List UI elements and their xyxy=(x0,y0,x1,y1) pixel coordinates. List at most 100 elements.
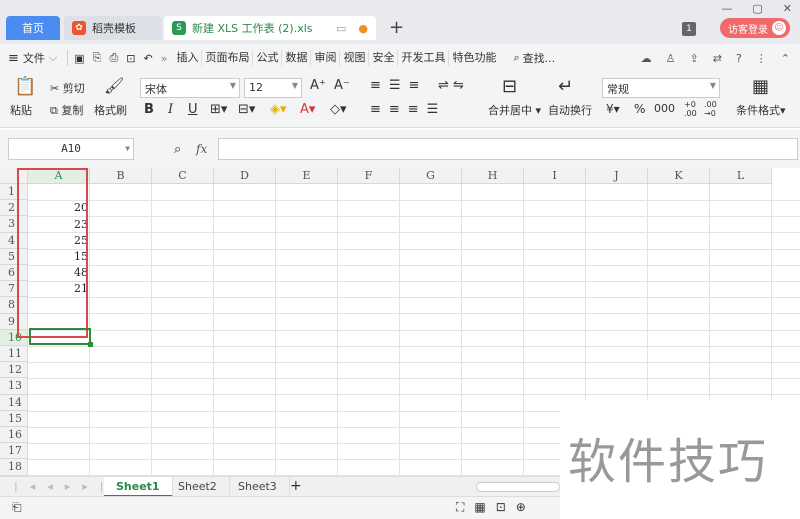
paste-button[interactable]: 粘贴 xyxy=(10,102,32,118)
format-painter-button[interactable]: 格式刷 xyxy=(94,102,127,118)
chevron-down-icon[interactable]: ⌵ xyxy=(49,51,57,65)
more-icon[interactable]: » xyxy=(161,52,168,65)
column-header-H[interactable]: H xyxy=(462,168,524,184)
tab-templates[interactable]: ✿ 稻壳模板 xyxy=(64,16,162,40)
underline-button[interactable]: U xyxy=(188,102,198,117)
merge-icon[interactable]: ⊟ xyxy=(502,76,517,97)
fill-color-icon[interactable]: ◈▾ xyxy=(270,102,287,117)
login-button[interactable]: 访客登录 ☺ xyxy=(720,18,790,38)
row-header-12[interactable]: 12 xyxy=(0,362,28,379)
tab-sheet1[interactable]: Sheet1 xyxy=(104,477,173,497)
tab-sheet3[interactable]: Sheet3 xyxy=(226,477,290,497)
decrease-decimal-icon[interactable]: .00 →0 xyxy=(704,100,717,118)
window-count-badge[interactable]: 1 xyxy=(682,22,696,36)
conditional-format-icon[interactable]: ▦ xyxy=(752,76,769,97)
view-mode-icons[interactable]: ⛶▦⊡⊕ xyxy=(456,500,536,515)
column-header-B[interactable]: B xyxy=(90,168,152,184)
currency-icon[interactable]: ¥▾ xyxy=(606,102,620,116)
horizontal-scrollbar[interactable] xyxy=(476,482,560,492)
comma-icon[interactable]: 000 xyxy=(654,102,675,115)
orientation-icon[interactable]: ⇌ ⇋ xyxy=(438,78,464,93)
print-preview-icon[interactable]: ⊡ xyxy=(126,52,135,65)
sheet-nav-icons[interactable]: |◂◂▸▸| xyxy=(14,480,116,493)
share-icon[interactable]: ⇪ xyxy=(690,52,699,65)
monitor-icon[interactable]: ▭ xyxy=(336,22,346,35)
close-icon[interactable]: ✕ xyxy=(783,2,792,15)
tab-document[interactable]: S 新建 XLS 工作表 (2).xls ▭ ● xyxy=(164,16,376,40)
increase-font-icon[interactable]: A⁺ xyxy=(310,78,326,93)
copy-button[interactable]: ⧉ 复制 xyxy=(50,102,83,118)
font-color-icon[interactable]: A▾ xyxy=(300,102,315,117)
column-header-C[interactable]: C xyxy=(152,168,214,184)
menu-security[interactable]: 安全 xyxy=(369,50,399,66)
menu-page-layout[interactable]: 页面布局 xyxy=(202,50,254,66)
menu-review[interactable]: 审阅 xyxy=(311,50,341,66)
row-header-15[interactable]: 15 xyxy=(0,410,28,427)
row-header-11[interactable]: 11 xyxy=(0,346,28,363)
column-header-F[interactable]: F xyxy=(338,168,400,184)
undo-icon[interactable]: ↶ xyxy=(144,52,153,65)
column-header-J[interactable]: J xyxy=(586,168,648,184)
font-size-select[interactable]: 12 ▼ xyxy=(244,78,302,98)
conditional-format-button[interactable]: 条件格式▾ xyxy=(736,102,786,118)
font-family-select[interactable]: 宋体 ▼ xyxy=(140,78,240,98)
row-header-16[interactable]: 16 xyxy=(0,427,28,444)
save-icon[interactable]: ▣ xyxy=(74,52,84,65)
tab-home[interactable]: 首页 xyxy=(6,16,60,40)
italic-button[interactable]: I xyxy=(168,102,173,117)
search-icon[interactable]: ⌕ xyxy=(513,51,519,65)
maximize-icon[interactable]: ▢ xyxy=(752,2,762,15)
search-label[interactable]: 查找... xyxy=(523,50,556,66)
macro-icon[interactable]: ⎗ xyxy=(12,500,22,515)
wrap-text-button[interactable]: 自动换行 xyxy=(548,102,592,118)
vertical-align-icons[interactable]: ≡☰≡ xyxy=(370,78,427,93)
menu-view[interactable]: 视图 xyxy=(340,50,370,66)
fx-icon[interactable]: fx xyxy=(196,142,207,156)
help-icon[interactable]: ? xyxy=(736,52,742,65)
menu-developer[interactable]: 开发工具 xyxy=(398,50,450,66)
number-format-select[interactable]: 常规 ▼ xyxy=(602,78,720,98)
column-header-G[interactable]: G xyxy=(400,168,462,184)
minimize-icon[interactable]: — xyxy=(721,2,732,15)
cloud-icon[interactable]: ☁ xyxy=(641,52,652,65)
row-header-14[interactable]: 14 xyxy=(0,394,28,411)
export-icon[interactable]: ⎘ xyxy=(93,51,102,65)
hamburger-icon[interactable]: ≡ xyxy=(8,51,19,66)
menu-formula[interactable]: 公式 xyxy=(253,50,283,66)
collapse-ribbon-icon[interactable]: ⌃ xyxy=(781,52,790,65)
row-header-18[interactable]: 18 xyxy=(0,459,28,476)
row-header-13[interactable]: 13 xyxy=(0,378,28,395)
menu-data[interactable]: 数据 xyxy=(282,50,312,66)
name-box[interactable]: A10 ▼ xyxy=(8,138,134,160)
merge-center-button[interactable]: 合并居中 ▾ xyxy=(488,102,541,118)
sync-icon[interactable]: ⇄ xyxy=(713,52,722,65)
wrap-icon[interactable]: ↵ xyxy=(558,76,573,97)
zoom-formula-icon[interactable]: ⌕ xyxy=(174,142,181,157)
bold-button[interactable]: B xyxy=(144,102,154,117)
percent-icon[interactable]: % xyxy=(634,102,645,116)
menu-features[interactable]: 特色功能 xyxy=(449,50,499,66)
add-sheet-icon[interactable]: + xyxy=(290,478,302,494)
print-icon[interactable]: ⎙ xyxy=(109,51,118,65)
paste-icon[interactable]: 📋 xyxy=(14,76,36,97)
menu-insert[interactable]: 插入 xyxy=(173,50,203,66)
format-painter-icon[interactable]: 🖌 xyxy=(104,76,124,95)
clear-format-icon[interactable]: ◇▾ xyxy=(330,102,347,117)
active-cell-A10[interactable] xyxy=(29,328,91,345)
collaborate-icon[interactable]: ♙ xyxy=(666,52,676,65)
new-tab-button[interactable]: + xyxy=(389,17,404,38)
column-header-L[interactable]: L xyxy=(710,168,772,184)
fill-style-icon[interactable]: ⊟▾ xyxy=(238,102,255,117)
cut-button[interactable]: ✂ 剪切 xyxy=(50,80,85,96)
tab-sheet2[interactable]: Sheet2 xyxy=(166,477,230,497)
kebab-menu-icon[interactable]: ⋮ xyxy=(756,52,767,65)
column-header-K[interactable]: K xyxy=(648,168,710,184)
column-header-I[interactable]: I xyxy=(524,168,586,184)
column-header-D[interactable]: D xyxy=(214,168,276,184)
formula-input[interactable] xyxy=(218,138,798,160)
decrease-font-icon[interactable]: A⁻ xyxy=(334,78,350,93)
fill-handle[interactable] xyxy=(88,342,93,347)
horizontal-align-icons[interactable]: ≡≡≡☰ xyxy=(370,102,446,117)
border-icon[interactable]: ⊞▾ xyxy=(210,102,227,117)
column-header-E[interactable]: E xyxy=(276,168,338,184)
